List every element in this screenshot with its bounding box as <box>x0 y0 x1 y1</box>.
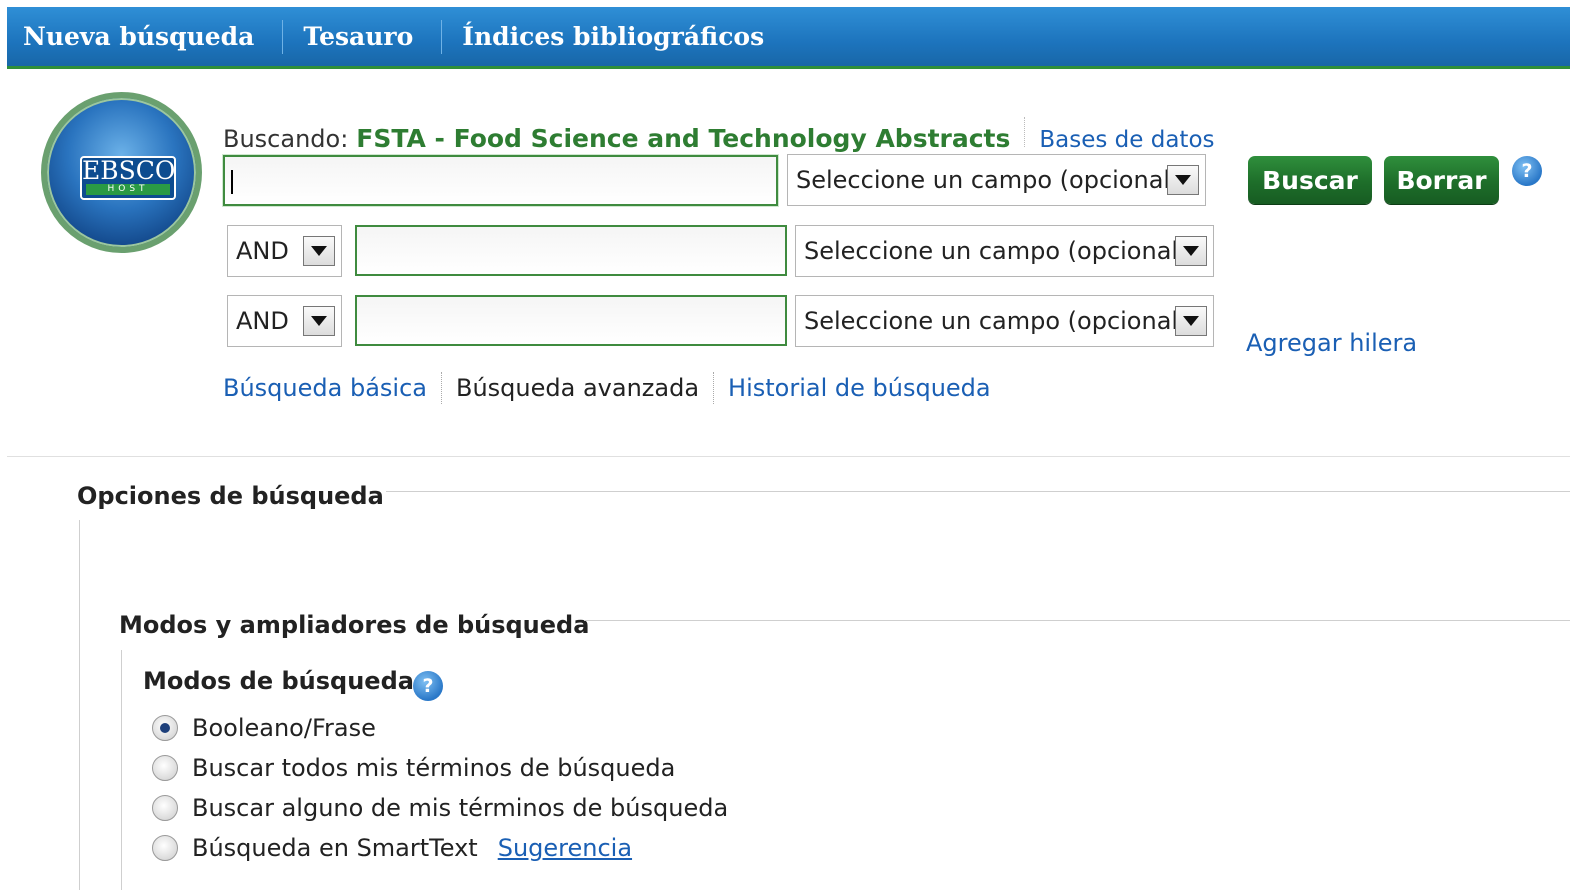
mode-any-terms[interactable]: Buscar alguno de mis términos de búsqued… <box>152 794 728 822</box>
searching-line: Buscando: FSTA - Food Science and Techno… <box>223 117 1215 153</box>
searching-label: Buscando: <box>223 125 349 153</box>
field-select-label: Seleccione un campo (opcional <box>804 307 1179 335</box>
radio-button[interactable] <box>152 715 178 741</box>
search-input-2[interactable] <box>355 225 787 276</box>
options-left-rule <box>79 520 80 890</box>
title-rule <box>584 620 1570 621</box>
nav-thesaurus[interactable]: Tesauro <box>303 19 443 54</box>
mode-smarttext[interactable]: Búsqueda en SmartText Sugerencia <box>152 834 632 862</box>
field-select-1[interactable]: Seleccione un campo (opcional <box>787 154 1206 206</box>
logo-wordmark: EBSCO HOST <box>80 156 176 200</box>
mode-boolean-phrase[interactable]: Booleano/Frase <box>152 714 376 742</box>
help-icon[interactable]: ? <box>413 671 443 701</box>
tab-basic-search[interactable]: Búsqueda básica <box>223 374 427 402</box>
tab-search-history[interactable]: Historial de búsqueda <box>728 374 991 402</box>
field-select-3[interactable]: Seleccione un campo (opcional <box>795 295 1214 347</box>
field-select-2[interactable]: Seleccione un campo (opcional <box>795 225 1214 277</box>
chevron-down-icon[interactable] <box>1175 306 1207 336</box>
top-nav-bar: Nueva búsqueda Tesauro Índices bibliográ… <box>7 7 1570 69</box>
boolean-operator-select-2[interactable]: AND <box>227 225 342 277</box>
database-name: FSTA - Food Science and Technology Abstr… <box>356 124 1011 153</box>
radio-button[interactable] <box>152 755 178 781</box>
radio-button[interactable] <box>152 795 178 821</box>
chevron-down-icon[interactable] <box>303 306 335 336</box>
chevron-down-icon[interactable] <box>1167 165 1199 195</box>
ebscohost-logo[interactable]: EBSCO HOST <box>41 92 202 253</box>
field-select-label: Seleccione un campo (opcional <box>804 237 1179 265</box>
add-row-link[interactable]: Agregar hilera <box>1246 329 1417 357</box>
boolean-operator-select-3[interactable]: AND <box>227 295 342 347</box>
nav-new-search[interactable]: Nueva búsqueda <box>23 19 284 54</box>
search-input-3[interactable] <box>355 295 787 346</box>
radio-button[interactable] <box>152 835 178 861</box>
radio-label: Búsqueda en SmartText <box>192 834 478 862</box>
modes-left-rule <box>121 650 122 890</box>
search-options-title: Opciones de búsqueda <box>77 482 384 510</box>
operator-label: AND <box>236 307 289 335</box>
operator-label: AND <box>236 237 289 265</box>
divider <box>713 372 715 404</box>
field-select-label: Seleccione un campo (opcional <box>796 166 1171 194</box>
modes-section-title: Modos y ampliadores de búsqueda <box>119 611 590 639</box>
radio-label: Buscar todos mis términos de búsqueda <box>192 754 676 782</box>
chevron-down-icon[interactable] <box>303 236 335 266</box>
search-mode-tabs: Búsqueda básica Búsqueda avanzada Histor… <box>223 372 991 404</box>
databases-link[interactable]: Bases de datos <box>1039 127 1214 153</box>
radio-label: Buscar alguno de mis términos de búsqued… <box>192 794 729 822</box>
search-button[interactable]: Buscar <box>1248 156 1372 204</box>
title-rule <box>386 491 1570 492</box>
clear-button[interactable]: Borrar <box>1384 156 1499 204</box>
radio-label: Booleano/Frase <box>192 714 376 742</box>
divider <box>1024 117 1026 147</box>
nav-bibliographic-indexes[interactable]: Índices bibliográficos <box>462 20 792 54</box>
search-modes-title: Modos de búsqueda <box>143 667 414 695</box>
help-icon[interactable]: ? <box>1512 156 1542 186</box>
tab-advanced-search: Búsqueda avanzada <box>455 374 700 402</box>
divider <box>440 372 442 404</box>
section-divider <box>7 456 1570 457</box>
logo-host-text: HOST <box>86 184 170 195</box>
mode-all-terms[interactable]: Buscar todos mis términos de búsqueda <box>152 754 675 782</box>
suggestion-link[interactable]: Sugerencia <box>498 834 632 862</box>
text-caret <box>231 170 233 194</box>
chevron-down-icon[interactable] <box>1175 236 1207 266</box>
search-input-1[interactable] <box>223 155 778 206</box>
